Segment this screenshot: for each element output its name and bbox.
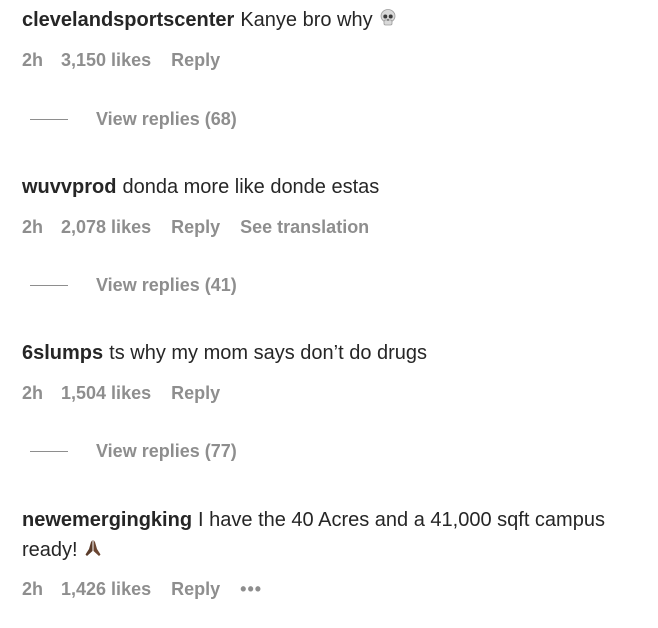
view-replies-label[interactable]: View replies (41) bbox=[96, 275, 237, 296]
praying-hands-emoji-icon bbox=[85, 540, 101, 556]
comment-item: clevelandsportscenter Kanye bro why 2h 3,… bbox=[22, 5, 644, 72]
comment-time: 2h bbox=[22, 216, 44, 237]
replies-divider-line bbox=[30, 119, 68, 120]
comment-meta: 2h 3,150 likes Reply bbox=[22, 48, 644, 72]
view-replies-button[interactable]: View replies (41) bbox=[30, 275, 237, 296]
view-replies-label[interactable]: View replies (77) bbox=[96, 441, 237, 462]
comment-username[interactable]: 6slumps bbox=[22, 342, 103, 364]
view-replies-label[interactable]: View replies (68) bbox=[96, 109, 237, 130]
comment-item: newemergingking I have the 40 Acres and a… bbox=[22, 505, 644, 601]
comment-item: wuvvprod donda more like donde estas 2h 2… bbox=[22, 172, 644, 239]
likes-count[interactable]: 1,504 likes bbox=[61, 383, 151, 404]
reply-button[interactable]: Reply bbox=[171, 579, 220, 600]
likes-count[interactable]: 1,426 likes bbox=[61, 579, 151, 600]
comment-time: 2h bbox=[22, 382, 44, 403]
comment-body: ts why my mom says don’t do drugs bbox=[109, 342, 428, 364]
comment-item: 6slumps ts why my mom says don’t do drugs… bbox=[22, 338, 644, 405]
comment-body: Kanye bro why bbox=[240, 9, 373, 31]
comment-text: wuvvprod donda more like donde estas bbox=[22, 172, 644, 202]
comment-meta: 2h 2,078 likes Reply See translation bbox=[22, 215, 644, 239]
comment-username[interactable]: newemergingking bbox=[22, 509, 192, 531]
comment-text: newemergingking I have the 40 Acres and a… bbox=[22, 505, 644, 565]
likes-count[interactable]: 3,150 likes bbox=[61, 50, 151, 71]
reply-button[interactable]: Reply bbox=[171, 383, 220, 404]
reply-button[interactable]: Reply bbox=[171, 50, 220, 71]
see-translation-button[interactable]: See translation bbox=[240, 217, 369, 238]
comment-meta: 2h 1,426 likes Reply ••• bbox=[22, 577, 644, 601]
view-replies-button[interactable]: View replies (68) bbox=[30, 109, 237, 130]
comment-meta: 2h 1,504 likes Reply bbox=[22, 381, 644, 405]
replies-divider-line bbox=[30, 285, 68, 286]
comment-username[interactable]: wuvvprod bbox=[22, 176, 116, 198]
reply-button[interactable]: Reply bbox=[171, 217, 220, 238]
skull-emoji-icon bbox=[380, 9, 396, 26]
likes-count[interactable]: 2,078 likes bbox=[61, 217, 151, 238]
comment-body: donda more like donde estas bbox=[122, 176, 380, 198]
more-options-icon[interactable]: ••• bbox=[240, 579, 262, 600]
comment-text: clevelandsportscenter Kanye bro why bbox=[22, 5, 644, 35]
comment-text: 6slumps ts why my mom says don’t do drugs bbox=[22, 338, 644, 368]
replies-divider-line bbox=[30, 451, 68, 452]
comment-username[interactable]: clevelandsportscenter bbox=[22, 9, 234, 31]
comment-time: 2h bbox=[22, 49, 44, 70]
view-replies-button[interactable]: View replies (77) bbox=[30, 441, 237, 462]
comment-time: 2h bbox=[22, 578, 44, 599]
